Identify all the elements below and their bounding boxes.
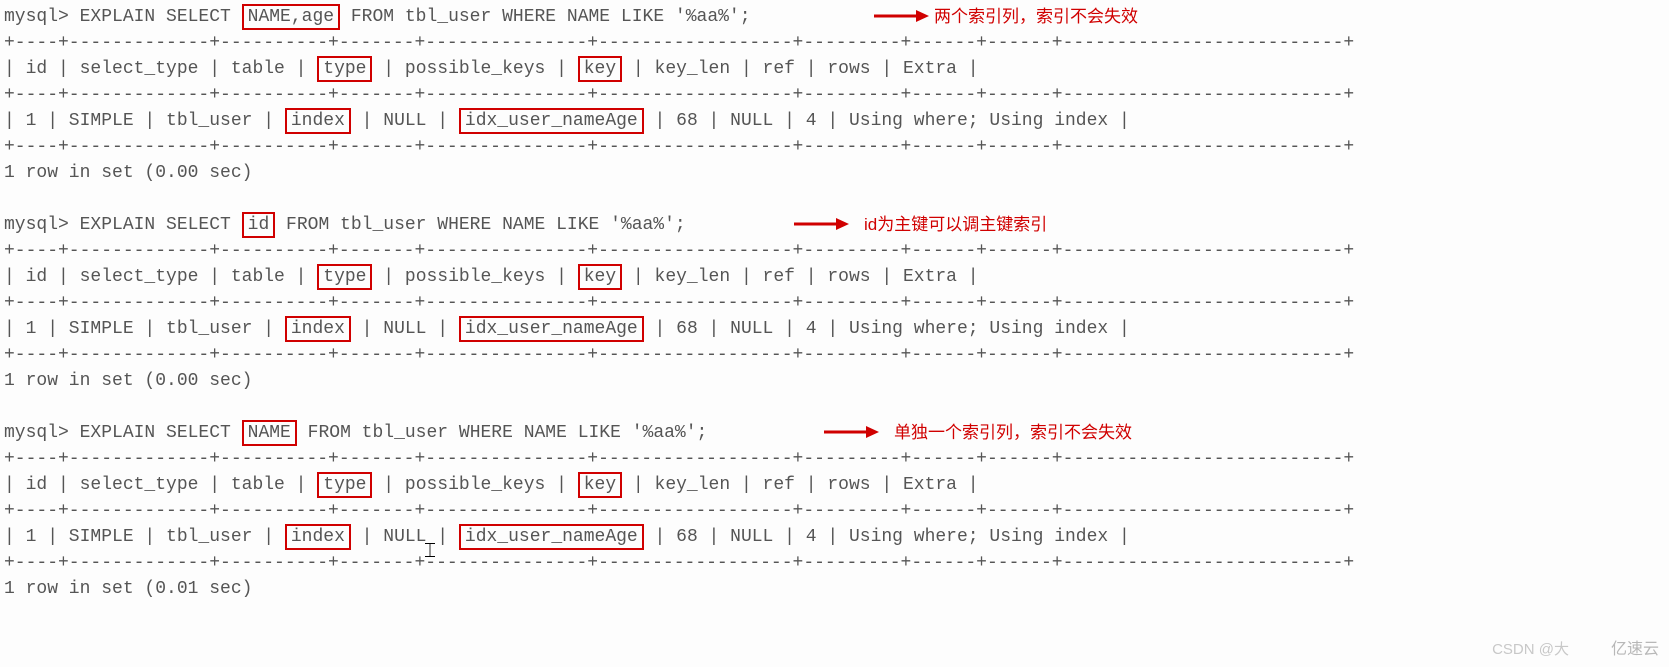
table-separator: +----+-------------+----------+-------+-…: [4, 30, 1669, 56]
blank-line: [4, 394, 1669, 420]
table-separator: +----+-------------+----------+-------+-…: [4, 290, 1669, 316]
type-value-highlight: index: [285, 108, 351, 134]
prompt-pre: mysql> EXPLAIN SELECT: [4, 7, 242, 27]
table-separator: +----+-------------+----------+-------+-…: [4, 238, 1669, 264]
prompt-pre: mysql> EXPLAIN SELECT: [4, 215, 242, 235]
prompt-post: FROM tbl_user WHERE NAME LIKE '%aa%';: [297, 423, 707, 443]
table-header-row: | id | select_type | table | type | poss…: [4, 56, 1669, 82]
select-columns-highlight: NAME: [242, 420, 297, 446]
key-column-highlight: key: [578, 56, 622, 82]
result-footer: 1 row in set (0.00 sec): [4, 160, 1669, 186]
table-separator: +----+-------------+----------+-------+-…: [4, 82, 1669, 108]
table-data-row: | 1 | SIMPLE | tbl_user | index | NULL |…: [4, 316, 1669, 342]
prompt-post: FROM tbl_user WHERE NAME LIKE '%aa%';: [340, 7, 750, 27]
table-data-row: | 1 | SIMPLE | tbl_user | index | NULL |…: [4, 524, 1669, 550]
key-value-highlight: idx_user_nameAge: [459, 316, 644, 342]
key-column-highlight: key: [578, 472, 622, 498]
annotation-text: 两个索引列，索引不会失效: [934, 4, 1138, 30]
table-separator: +----+-------------+----------+-------+-…: [4, 550, 1669, 576]
table-separator: +----+-------------+----------+-------+-…: [4, 498, 1669, 524]
type-value-highlight: index: [285, 316, 351, 342]
sql-prompt-line: mysql> EXPLAIN SELECT id FROM tbl_user W…: [4, 212, 1669, 238]
type-column-highlight: type: [317, 56, 372, 82]
arrow-icon: [824, 422, 879, 442]
type-value-highlight: index: [285, 524, 351, 550]
key-value-highlight: idx_user_nameAge: [459, 524, 644, 550]
select-columns-highlight: id: [242, 212, 276, 238]
blank-line: [4, 602, 1669, 628]
sql-prompt-line: mysql> EXPLAIN SELECT NAME,age FROM tbl_…: [4, 4, 1669, 30]
result-footer: 1 row in set (0.00 sec): [4, 368, 1669, 394]
blank-line: [4, 186, 1669, 212]
select-columns-highlight: NAME,age: [242, 4, 340, 30]
key-column-highlight: key: [578, 264, 622, 290]
table-separator: +----+-------------+----------+-------+-…: [4, 342, 1669, 368]
arrow-icon: [794, 214, 849, 234]
table-separator: +----+-------------+----------+-------+-…: [4, 134, 1669, 160]
annotation-text: 单独一个索引列，索引不会失效: [894, 420, 1132, 446]
sql-prompt-line: mysql> EXPLAIN SELECT NAME FROM tbl_user…: [4, 420, 1669, 446]
result-footer: 1 row in set (0.01 sec): [4, 576, 1669, 602]
type-column-highlight: type: [317, 472, 372, 498]
type-column-highlight: type: [317, 264, 372, 290]
annotation-text: id为主键可以调主键索引: [864, 212, 1047, 238]
table-header-row: | id | select_type | table | type | poss…: [4, 472, 1669, 498]
prompt-post: FROM tbl_user WHERE NAME LIKE '%aa%';: [275, 215, 685, 235]
arrow-icon: [874, 6, 929, 26]
table-separator: +----+-------------+----------+-------+-…: [4, 446, 1669, 472]
table-header-row: | id | select_type | table | type | poss…: [4, 264, 1669, 290]
prompt-pre: mysql> EXPLAIN SELECT: [4, 423, 242, 443]
watermark-csdn: CSDN @大: [1492, 638, 1569, 659]
key-value-highlight: idx_user_nameAge: [459, 108, 644, 134]
watermark-right: 亿速云: [1611, 635, 1659, 659]
table-data-row: | 1 | SIMPLE | tbl_user | index | NULL |…: [4, 108, 1669, 134]
